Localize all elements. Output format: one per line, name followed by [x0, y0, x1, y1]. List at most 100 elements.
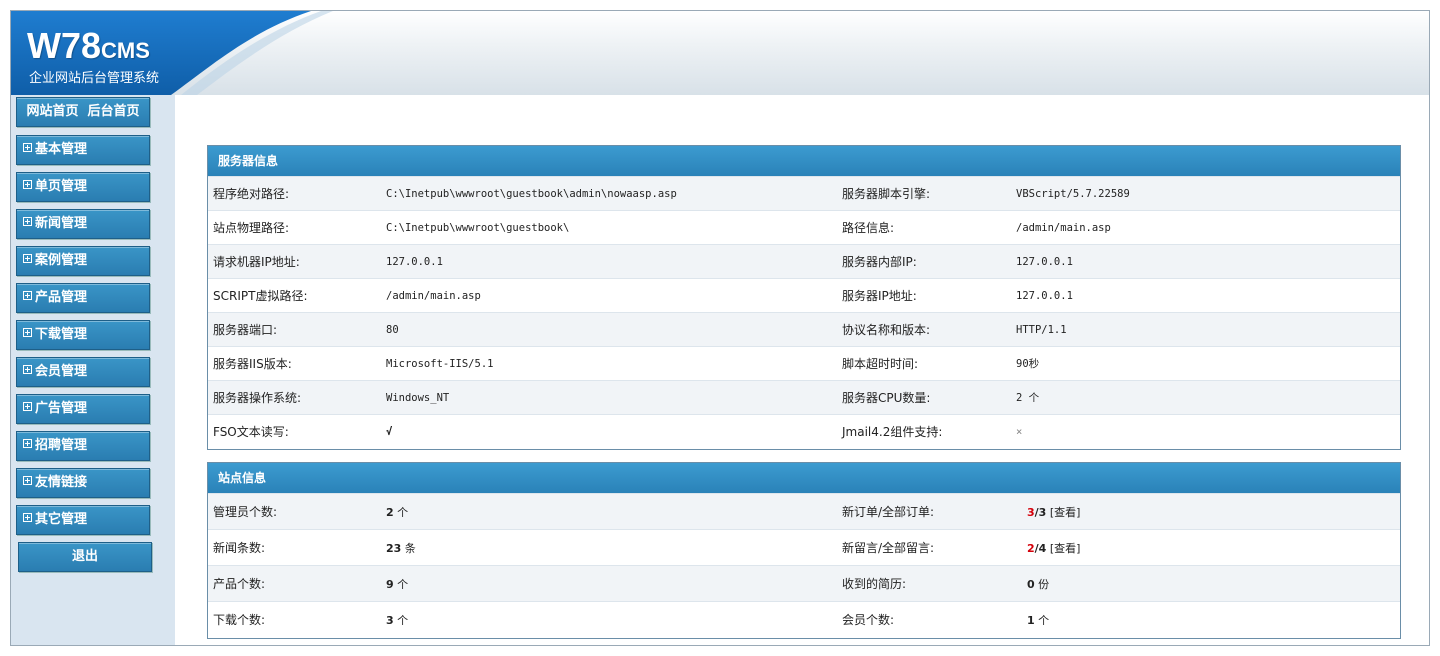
- info-label: Jmail4.2组件支持:: [837, 414, 1016, 449]
- stat-number: 9: [386, 577, 394, 591]
- info-value: C:\Inetpub\wwwroot\guestbook\admin\nowaa…: [386, 176, 837, 211]
- expand-plus-icon: [23, 217, 32, 226]
- info-label: 脚本超时时间:: [837, 346, 1016, 381]
- info-label: 服务器端口:: [208, 312, 386, 347]
- info-value: 90秒: [1016, 346, 1400, 381]
- expand-plus-icon: [23, 476, 32, 485]
- stat-value: 2/4 [查看]: [1027, 529, 1400, 566]
- stat-number: 3: [386, 613, 394, 627]
- table-row: 新闻条数: 23 条新留言/全部留言: 2/4 [查看]: [208, 529, 1400, 566]
- sidebar-item-products[interactable]: 产品管理: [16, 283, 150, 313]
- stat-value: 2 个: [386, 493, 837, 530]
- stat-number: 1: [1027, 613, 1035, 627]
- info-label: 服务器CPU数量:: [837, 380, 1016, 415]
- stat-value: 23 条: [386, 529, 837, 566]
- sidebar-item-members[interactable]: 会员管理: [16, 357, 150, 387]
- info-value: 127.0.0.1: [1016, 244, 1400, 279]
- info-value: /admin/main.asp: [386, 278, 837, 313]
- info-label: 服务器脚本引擎:: [837, 176, 1016, 211]
- sidebar-item-jobs[interactable]: 招聘管理: [16, 431, 150, 461]
- table-row: 管理员个数: 2 个新订单/全部订单: 3/3 [查看]: [208, 493, 1400, 530]
- stat-label: 下载个数:: [208, 601, 386, 638]
- site-home-link[interactable]: 网站首页: [26, 104, 78, 119]
- stat-unit: 条: [401, 541, 416, 555]
- expand-plus-icon: [23, 513, 32, 522]
- stat-unit: 个: [393, 613, 409, 627]
- table-row: 请求机器IP地址: 127.0.0.1 服务器内部IP: 127.0.0.1: [208, 244, 1400, 279]
- sidebar-item-ads[interactable]: 广告管理: [16, 394, 150, 424]
- logout-button[interactable]: 退出: [18, 542, 152, 572]
- stat-unit: 个: [393, 577, 409, 591]
- expand-plus-icon: [23, 143, 32, 152]
- info-label: FSO文本读写:: [208, 414, 386, 449]
- stat-label: 新订单/全部订单:: [837, 493, 1027, 530]
- sidebar-item-single-page[interactable]: 单页管理: [16, 172, 150, 202]
- cross-mark-icon: ×: [1016, 414, 1400, 449]
- server-info-title: 服务器信息: [208, 146, 1400, 176]
- stat-value: 9 个: [386, 565, 837, 602]
- info-label: 请求机器IP地址:: [208, 244, 386, 279]
- sidebar-item-downloads[interactable]: 下载管理: [16, 320, 150, 350]
- sidebar-item-cases[interactable]: 案例管理: [16, 246, 150, 276]
- info-value: VBScript/5.7.22589: [1016, 176, 1400, 211]
- logo: W78CMS: [27, 25, 150, 66]
- site-info-table: 管理员个数: 2 个新订单/全部订单: 3/3 [查看] 新闻条数: 23 条新留言/全…: [208, 493, 1400, 638]
- table-row: 服务器端口: 80 协议名称和版本: HTTP/1.1: [208, 312, 1400, 347]
- info-label: 服务器IIS版本:: [208, 346, 386, 381]
- expand-plus-icon: [23, 328, 32, 337]
- info-label: 站点物理路径:: [208, 210, 386, 245]
- info-label: 服务器IP地址:: [837, 278, 1016, 313]
- expand-plus-icon: [23, 439, 32, 448]
- new-count: 3: [1027, 505, 1035, 519]
- server-info-panel: 服务器信息 程序绝对路径: C:\Inetpub\wwwroot\guestboo…: [207, 145, 1401, 450]
- stat-number: 0: [1027, 577, 1035, 591]
- admin-home-link[interactable]: 后台首页: [88, 104, 140, 119]
- stat-label: 管理员个数:: [208, 493, 386, 530]
- total-count: /3: [1034, 505, 1047, 519]
- stat-unit: 份: [1034, 577, 1050, 591]
- stat-label: 产品个数:: [208, 565, 386, 602]
- info-label: 路径信息:: [837, 210, 1016, 245]
- logo-subtitle: 企业网站后台管理系统: [29, 71, 160, 86]
- view-link[interactable]: [查看]: [1046, 542, 1081, 555]
- stat-unit: 个: [393, 505, 409, 519]
- table-row: 产品个数: 9 个收到的简历: 0 份: [208, 565, 1400, 602]
- table-row: 站点物理路径: C:\Inetpub\wwwroot\guestbook\ 路径信息…: [208, 210, 1400, 245]
- new-count: 2: [1027, 541, 1035, 555]
- expand-plus-icon: [23, 402, 32, 411]
- check-mark-icon: √: [386, 414, 837, 449]
- table-row: FSO文本读写: √ Jmail4.2组件支持: ×: [208, 414, 1400, 449]
- table-row: 程序绝对路径: C:\Inetpub\wwwroot\guestbook\admi…: [208, 176, 1400, 211]
- sidebar-item-news[interactable]: 新闻管理: [16, 209, 150, 239]
- sidebar-item-links[interactable]: 友情链接: [16, 468, 150, 498]
- info-value: 127.0.0.1: [1016, 278, 1400, 313]
- stat-number: 2: [386, 505, 394, 519]
- info-value: /admin/main.asp: [1016, 210, 1400, 245]
- info-value: 2 个: [1016, 380, 1400, 415]
- info-label: 服务器内部IP:: [837, 244, 1016, 279]
- stat-number: 23: [386, 541, 402, 555]
- table-row: 下载个数: 3 个会员个数: 1 个: [208, 601, 1400, 638]
- table-row: 服务器操作系统: Windows_NT 服务器CPU数量: 2 个: [208, 380, 1400, 415]
- info-value: Windows_NT: [386, 380, 837, 415]
- server-info-table: 程序绝对路径: C:\Inetpub\wwwroot\guestbook\admi…: [208, 176, 1400, 449]
- stat-value: 1 个: [1027, 601, 1400, 638]
- info-label: 服务器操作系统:: [208, 380, 386, 415]
- total-count: /4: [1034, 541, 1047, 555]
- header: W78CMS 企业网站后台管理系统: [11, 11, 1429, 95]
- stat-value: 0 份: [1027, 565, 1400, 602]
- expand-plus-icon: [23, 291, 32, 300]
- stat-value: 3 个: [386, 601, 837, 638]
- stat-unit: 个: [1034, 613, 1050, 627]
- view-link[interactable]: [查看]: [1046, 506, 1081, 519]
- stat-label: 新闻条数:: [208, 529, 386, 566]
- sidebar: 网站首页 后台首页 基本管理 单页管理 新闻管理 案例管理 产品管理 下载管理 …: [11, 95, 175, 645]
- sidebar-item-basic[interactable]: 基本管理: [16, 135, 150, 165]
- info-value: 127.0.0.1: [386, 244, 837, 279]
- table-row: 服务器IIS版本: Microsoft-IIS/5.1 脚本超时时间: 90秒: [208, 346, 1400, 381]
- sidebar-item-other[interactable]: 其它管理: [16, 505, 150, 535]
- stat-value: 3/3 [查看]: [1027, 493, 1400, 530]
- info-value: HTTP/1.1: [1016, 312, 1400, 347]
- info-label: 程序绝对路径:: [208, 176, 386, 211]
- site-info-title: 站点信息: [208, 463, 1400, 493]
